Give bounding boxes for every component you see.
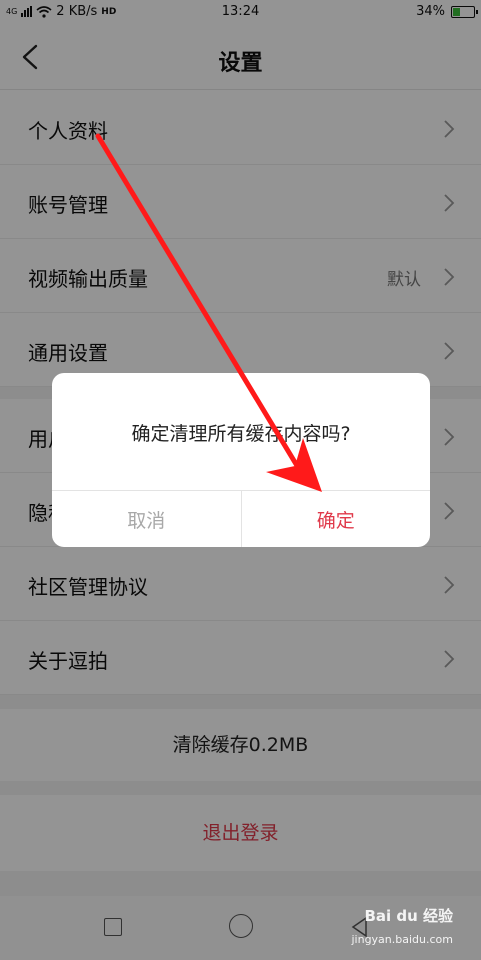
baidu-jingyan-watermark: Bai du 经验 <box>364 907 453 925</box>
dialog-message: 确定清理所有缓存内容吗? <box>131 423 351 445</box>
confirm-button[interactable]: 确定 <box>242 491 431 547</box>
dialog-actions: 取消 确定 <box>52 490 430 547</box>
cancel-button[interactable]: 取消 <box>52 491 242 547</box>
confirm-dialog: 确定清理所有缓存内容吗? 取消 确定 <box>52 373 430 547</box>
watermark-url: jingyan.baidu.com <box>351 933 453 946</box>
